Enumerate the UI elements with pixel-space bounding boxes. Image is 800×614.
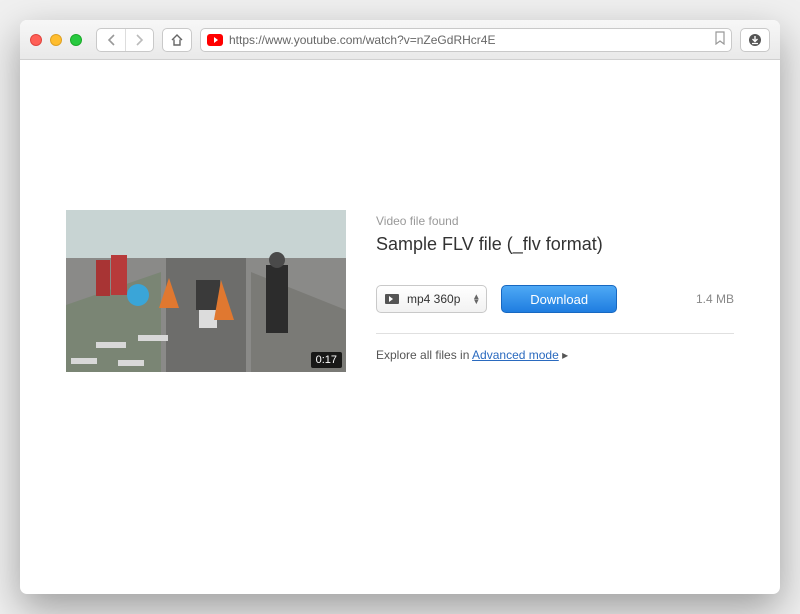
advanced-mode-link[interactable]: Advanced mode [472, 348, 559, 362]
download-button-label: Download [530, 292, 588, 307]
titlebar: https://www.youtube.com/watch?v=nZeGdRHc… [20, 20, 780, 60]
video-format-icon [385, 294, 399, 304]
video-duration: 0:17 [311, 352, 342, 368]
file-size: 1.4 MB [696, 292, 734, 306]
video-thumbnail[interactable]: 0:17 [66, 210, 346, 372]
minimize-window-button[interactable] [50, 34, 62, 46]
window-controls [30, 34, 82, 46]
address-bar[interactable]: https://www.youtube.com/watch?v=nZeGdRHc… [200, 28, 732, 52]
content-area: 0:17 Video file found Sample FLV file (_… [20, 60, 780, 594]
chevron-updown-icon: ▲▼ [472, 294, 480, 304]
download-row: mp4 360p ▲▼ Download 1.4 MB [376, 285, 734, 313]
url-text: https://www.youtube.com/watch?v=nZeGdRHc… [229, 33, 709, 47]
downloads-button[interactable] [740, 28, 770, 52]
youtube-icon [207, 34, 223, 46]
maximize-window-button[interactable] [70, 34, 82, 46]
format-select[interactable]: mp4 360p ▲▼ [376, 285, 487, 313]
home-button[interactable] [162, 28, 192, 52]
video-title: Sample FLV file (_flv format) [376, 234, 734, 255]
explore-suffix: ▸ [559, 348, 568, 362]
divider [376, 333, 734, 334]
explore-text: Explore all files in Advanced mode ▸ [376, 348, 734, 362]
bookmark-icon[interactable] [715, 31, 725, 48]
found-label: Video file found [376, 214, 734, 228]
forward-button[interactable] [125, 29, 153, 51]
format-label: mp4 360p [407, 292, 460, 306]
video-info: Video file found Sample FLV file (_flv f… [376, 210, 734, 554]
browser-window: https://www.youtube.com/watch?v=nZeGdRHc… [20, 20, 780, 594]
back-button[interactable] [97, 29, 125, 51]
close-window-button[interactable] [30, 34, 42, 46]
explore-prefix: Explore all files in [376, 348, 472, 362]
download-button[interactable]: Download [501, 285, 617, 313]
nav-buttons [96, 28, 154, 52]
